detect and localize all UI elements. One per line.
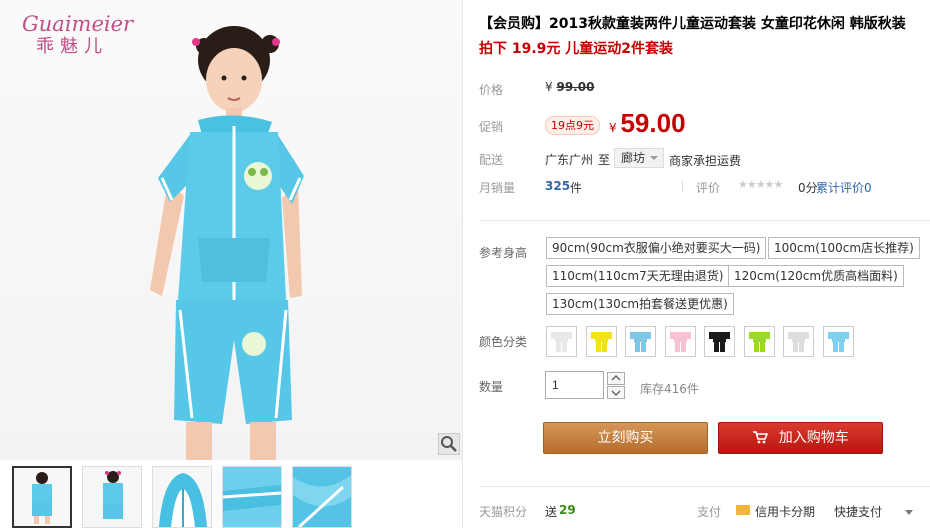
color-swatch-3[interactable]	[625, 326, 656, 357]
payment-label: 支付	[697, 505, 722, 519]
promo-price-value: 59.00	[620, 108, 686, 138]
size-label: 参考身高	[479, 246, 528, 260]
review-label: 评价	[696, 181, 721, 195]
shipping-from: 广东广州	[545, 153, 594, 167]
rating-score: 0分	[798, 181, 818, 195]
color-swatch-2[interactable]	[586, 326, 617, 357]
promo-price-currency: ¥	[609, 121, 617, 135]
promo-badge[interactable]: 19点9元	[545, 116, 600, 135]
quantity-increase-button[interactable]	[607, 372, 625, 385]
color-swatch-5-image	[709, 332, 730, 352]
size-option-110[interactable]: 110cm(110cm7天无理由退货)	[546, 265, 730, 287]
original-price: ¥ 99.00	[545, 80, 594, 94]
quantity-input[interactable]	[545, 371, 604, 399]
size-option-90[interactable]: 90cm(90cm衣服偏小绝对要买大一码)	[546, 237, 767, 259]
payment-method-installment[interactable]: 信用卡分期	[755, 503, 815, 520]
shipping-destination-select[interactable]: 廊坊	[614, 148, 665, 168]
size-option-120[interactable]: 120cm(120cm优质高档面料)	[728, 265, 904, 287]
color-swatch-7-image	[788, 332, 809, 352]
monthly-sales-unit: 件	[570, 181, 583, 195]
points-label: 天猫积分	[479, 505, 528, 519]
thumbnail-4[interactable]	[222, 466, 282, 528]
panel-divider	[462, 0, 463, 528]
color-swatch-1-image	[551, 332, 572, 352]
shipping-destination-value: 廊坊	[621, 151, 646, 165]
rating-stars: ★★★★★	[738, 178, 783, 191]
payment-method-quick[interactable]: 快捷支付	[834, 503, 882, 520]
monthly-sales-label: 月销量	[479, 181, 516, 195]
promo-headline: 拍下 19.9元 儿童运动2件套装	[479, 41, 674, 57]
shipping-to-word: 至	[598, 153, 611, 167]
size-option-130[interactable]: 130cm(130cm拍套餐送更优惠)	[546, 293, 734, 315]
color-label: 颜色分类	[479, 335, 528, 349]
promo-label: 促销	[479, 120, 504, 134]
original-price-value: 99.00	[556, 80, 595, 94]
credit-card-icon	[736, 505, 750, 515]
color-swatch-8[interactable]	[823, 326, 854, 357]
sales-divider	[682, 180, 683, 192]
color-swatch-4[interactable]	[665, 326, 696, 357]
thumbnail-1-image	[32, 472, 52, 524]
product-photo-model	[150, 26, 304, 460]
thumbnail-5[interactable]	[292, 466, 352, 528]
bottom-separator	[479, 486, 930, 487]
chevron-down-icon	[650, 156, 659, 160]
points-prefix: 送	[545, 505, 558, 519]
thumbnail-3-image	[159, 473, 207, 527]
thumbnail-3[interactable]	[152, 466, 212, 528]
section-separator	[479, 220, 930, 221]
color-swatch-2-image	[591, 332, 612, 352]
stock-text: 库存416件	[640, 382, 699, 396]
color-swatch-6-image	[749, 332, 770, 352]
color-swatch-6[interactable]	[744, 326, 775, 357]
buy-now-button[interactable]: 立刻购买	[543, 422, 708, 454]
thumbnail-1[interactable]	[12, 466, 72, 528]
shipping-note: 商家承担运费	[669, 154, 742, 168]
color-swatch-1[interactable]	[546, 326, 577, 357]
cumulative-reviews-link[interactable]: 累计评价0	[816, 179, 872, 196]
color-swatch-5[interactable]	[704, 326, 735, 357]
product-title: 【会员购】2013秋款童装两件儿童运动套装 女童印花休闲 韩版秋装	[479, 16, 906, 32]
quantity-decrease-button[interactable]	[607, 386, 625, 399]
shipping-label: 配送	[479, 153, 504, 167]
chevron-down-icon[interactable]	[905, 510, 913, 515]
quantity-label: 数量	[479, 380, 504, 394]
color-swatch-4-image	[670, 332, 691, 352]
color-swatch-7[interactable]	[783, 326, 814, 357]
active-thumbnail-caret	[38, 466, 48, 468]
color-swatch-3-image	[630, 332, 651, 352]
price-label: 价格	[479, 83, 504, 97]
thumbnail-4-image	[223, 467, 281, 527]
add-to-cart-label: 加入购物车	[778, 430, 849, 446]
thumbnail-2-image	[103, 471, 123, 519]
thumbnail-2[interactable]	[82, 466, 142, 528]
main-product-image[interactable]: Guaimeier 乖魅儿	[0, 0, 462, 460]
thumbnail-5-image	[293, 467, 351, 527]
original-price-currency: ¥	[545, 80, 553, 94]
add-to-cart-button[interactable]: 加入购物车	[718, 422, 883, 454]
promo-price: ¥ 59.00	[609, 108, 686, 139]
color-swatch-8-image	[828, 332, 849, 352]
cart-icon	[753, 431, 769, 444]
size-option-100[interactable]: 100cm(100cm店长推荐)	[768, 237, 920, 259]
zoom-icon[interactable]	[438, 433, 460, 455]
monthly-sales-count: 325	[545, 179, 571, 193]
points-value: 29	[559, 503, 576, 517]
